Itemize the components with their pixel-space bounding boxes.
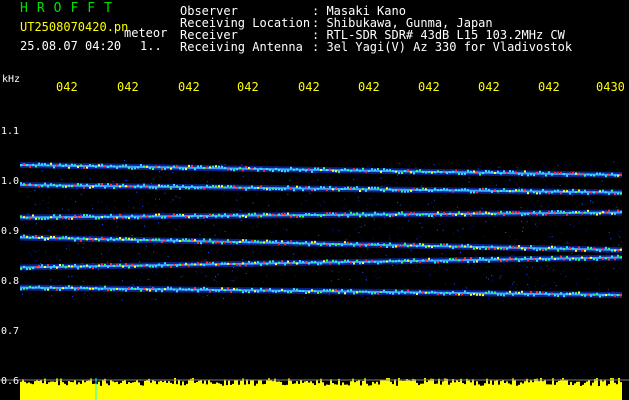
time-tick: 042 [237, 80, 259, 94]
freq-tick-label: 0.9 [1, 226, 19, 237]
meta-antenna-label: Receiving Antenna [180, 40, 303, 54]
time-tick: 042 [538, 80, 560, 94]
time-tick: 042 [56, 80, 78, 94]
time-tick: 042 [117, 80, 139, 94]
app-title: HROFFT [20, 1, 121, 16]
freq-tick-label: 1.0 [1, 176, 19, 187]
power-bar [0, 378, 629, 400]
meta-antenna-value: : 3el Yagi(V) Az 330 for Vladivostok [312, 40, 573, 54]
freq-tick-label: 1.1 [1, 126, 19, 137]
freq-tick-label: 0.7 [1, 326, 19, 337]
mode-label: meteor [124, 26, 168, 40]
time-tick: 0430 [596, 80, 625, 94]
time-tick: 042 [478, 80, 500, 94]
signal-trace [19, 182, 623, 196]
freq-tick-label: 0.8 [1, 276, 19, 287]
date-time: 25.08.07 04:20 [20, 39, 122, 53]
spectrogram-plot: 1.1 1.0 0.9 0.8 0.7 0.6 [0, 126, 629, 400]
signal-trace [19, 254, 623, 271]
freq-tick-label: 0.6 [1, 376, 19, 387]
file-name: UT2508070420.pn [20, 20, 129, 34]
count-label: 1.. [140, 39, 162, 53]
signal-trace [19, 209, 623, 221]
signal-trace [19, 284, 623, 298]
time-axis: 042 042 042 042 042 042 042 042 042 0430 [0, 80, 629, 96]
time-tick: 042 [298, 80, 320, 94]
signal-trace [19, 162, 623, 178]
noise-field [20, 160, 623, 301]
time-tick: 042 [358, 80, 380, 94]
time-tick: 042 [418, 80, 440, 94]
time-tick: 042 [178, 80, 200, 94]
